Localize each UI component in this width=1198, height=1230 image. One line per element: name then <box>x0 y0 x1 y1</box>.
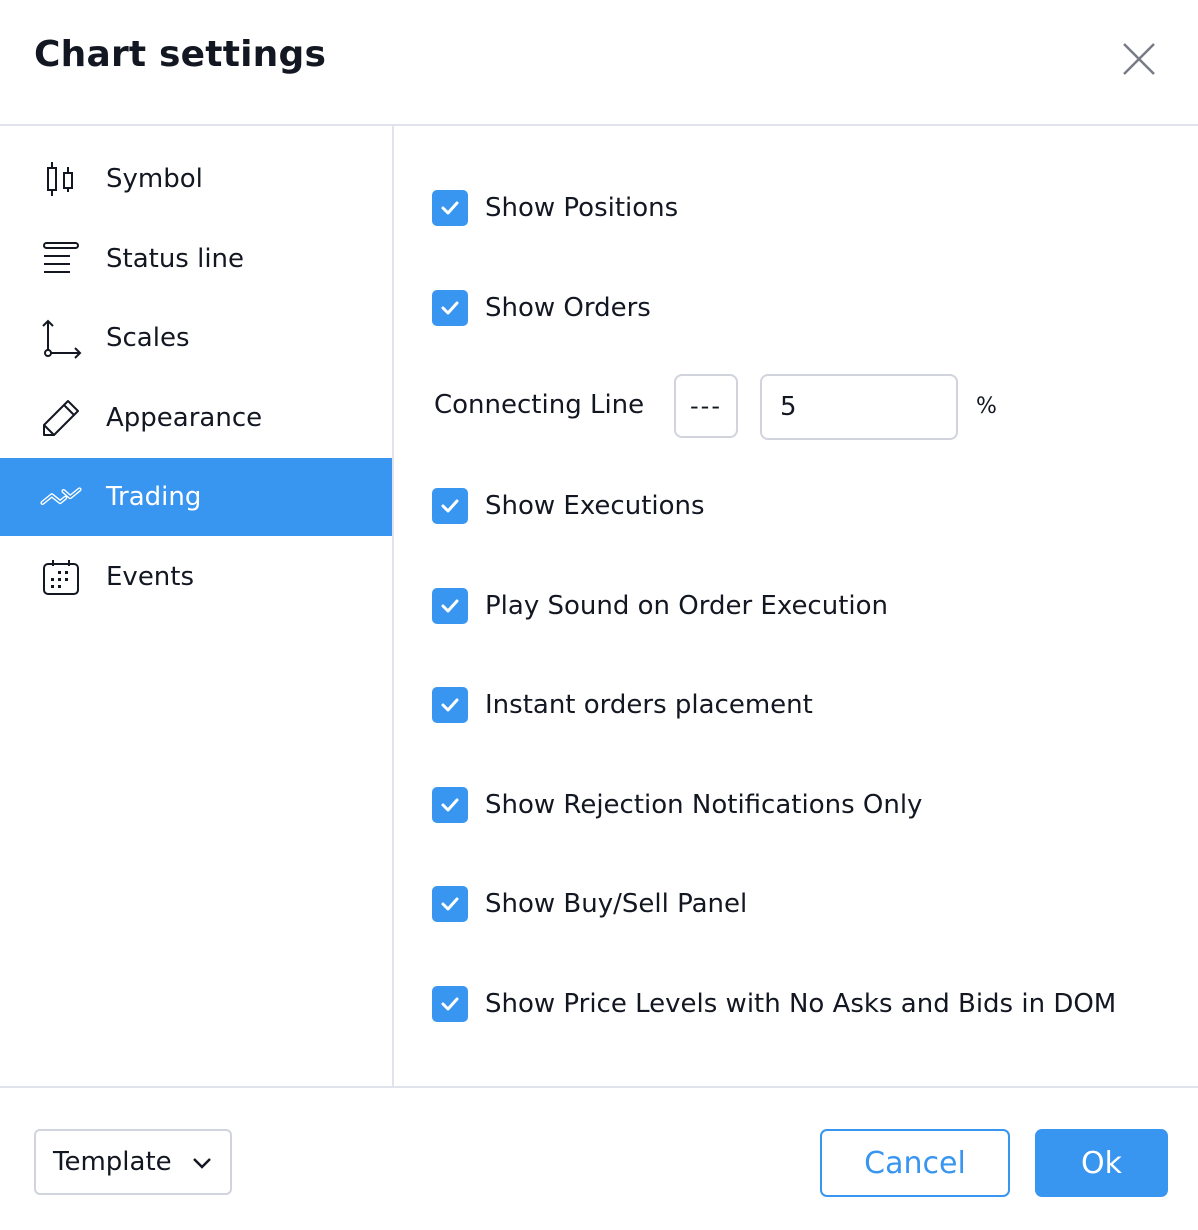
checkbox[interactable] <box>432 687 468 723</box>
sidebar-item-label: Symbol <box>106 164 203 194</box>
option-show-positions[interactable]: Show Positions <box>432 188 678 228</box>
option-label: Show Executions <box>485 491 705 521</box>
calendar-icon <box>40 556 82 598</box>
option-price-levels-dom[interactable]: Show Price Levels with No Asks and Bids … <box>432 984 1116 1024</box>
checkbox[interactable] <box>432 787 468 823</box>
check-icon <box>441 499 459 513</box>
sidebar-item-label: Scales <box>106 323 190 353</box>
option-instant-orders[interactable]: Instant orders placement <box>432 685 813 725</box>
line-style-button[interactable]: --- <box>674 374 738 438</box>
sidebar-item-label: Appearance <box>106 403 263 433</box>
sidebar-item-trading[interactable]: Trading <box>0 458 392 536</box>
check-icon <box>441 698 459 712</box>
option-show-orders[interactable]: Show Orders <box>432 288 651 328</box>
close-icon <box>1123 43 1155 75</box>
option-rejection-notifications[interactable]: Show Rejection Notifications Only <box>432 785 922 825</box>
check-icon <box>441 301 459 315</box>
check-icon <box>441 599 459 613</box>
connecting-line-percent-input[interactable] <box>760 374 958 440</box>
sidebar-item-appearance[interactable]: Appearance <box>0 379 392 457</box>
option-label: Show Positions <box>485 193 679 223</box>
trading-settings-panel: Show Positions Show Orders Connecting Li… <box>394 126 1198 1086</box>
sidebar: Symbol Status line Scales Appearance Tra… <box>0 126 394 1086</box>
trading-icon <box>40 476 82 518</box>
template-dropdown[interactable]: Template <box>34 1129 232 1195</box>
close-button[interactable] <box>1118 38 1160 80</box>
checkbox[interactable] <box>432 290 468 326</box>
option-play-sound[interactable]: Play Sound on Order Execution <box>432 586 888 626</box>
check-icon <box>441 997 459 1011</box>
checkbox[interactable] <box>432 190 468 226</box>
option-label: Show Orders <box>485 293 651 323</box>
ok-button[interactable]: Ok <box>1035 1129 1168 1197</box>
check-icon <box>441 897 459 911</box>
sidebar-item-status-line[interactable]: Status line <box>0 220 392 298</box>
template-label: Template <box>53 1147 172 1177</box>
check-icon <box>441 798 459 812</box>
option-label: Instant orders placement <box>485 690 813 720</box>
dialog-header: Chart settings <box>0 0 1198 126</box>
option-label: Show Price Levels with No Asks and Bids … <box>485 989 1117 1019</box>
dialog-title: Chart settings <box>34 34 327 75</box>
checkbox[interactable] <box>432 886 468 922</box>
status-line-icon <box>40 238 82 280</box>
option-buy-sell-panel[interactable]: Show Buy/Sell Panel <box>432 884 747 924</box>
checkbox[interactable] <box>432 986 468 1022</box>
sidebar-item-label: Events <box>106 562 195 592</box>
sidebar-item-symbol[interactable]: Symbol <box>0 140 392 218</box>
checkbox[interactable] <box>432 588 468 624</box>
option-label: Play Sound on Order Execution <box>485 591 889 621</box>
sidebar-item-events[interactable]: Events <box>0 538 392 616</box>
dialog-footer: Template Cancel Ok <box>0 1086 1198 1230</box>
checkbox[interactable] <box>432 488 468 524</box>
sidebar-item-scales[interactable]: Scales <box>0 299 392 377</box>
sidebar-item-label: Trading <box>106 482 202 512</box>
percent-unit: % <box>976 394 997 419</box>
cancel-button[interactable]: Cancel <box>820 1129 1010 1197</box>
connecting-line-label: Connecting Line <box>434 390 645 420</box>
sidebar-item-label: Status line <box>106 244 245 274</box>
candlestick-icon <box>40 158 82 200</box>
option-label: Show Rejection Notifications Only <box>485 790 923 820</box>
option-show-executions[interactable]: Show Executions <box>432 486 705 526</box>
chevron-down-icon <box>193 1158 211 1169</box>
option-label: Show Buy/Sell Panel <box>485 889 748 919</box>
check-icon <box>441 201 459 215</box>
pencil-icon <box>40 397 82 439</box>
scales-icon <box>40 317 82 359</box>
